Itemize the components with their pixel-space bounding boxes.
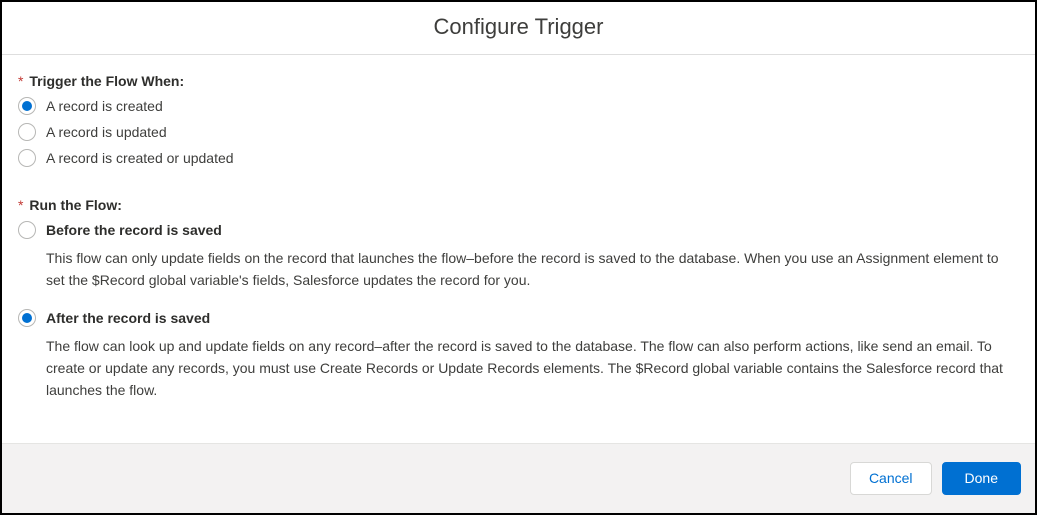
- trigger-option-created-or-updated[interactable]: A record is created or updated: [18, 145, 1019, 171]
- run-option-label: After the record is saved: [46, 308, 210, 328]
- radio-icon[interactable]: [18, 309, 36, 327]
- required-mark-icon: *: [18, 73, 23, 89]
- cancel-button[interactable]: Cancel: [850, 462, 932, 495]
- trigger-when-label: Trigger the Flow When:: [29, 73, 184, 89]
- dialog-title: Configure Trigger: [434, 14, 604, 39]
- run-option-after-save-description: The flow can look up and update fields o…: [46, 335, 1011, 401]
- run-option-before-save[interactable]: Before the record is saved: [18, 217, 1019, 243]
- radio-icon[interactable]: [18, 97, 36, 115]
- configure-trigger-dialog: Configure Trigger * Trigger the Flow Whe…: [0, 0, 1037, 515]
- trigger-when-group: A record is created A record is updated …: [18, 93, 1019, 171]
- trigger-when-legend: * Trigger the Flow When:: [18, 73, 1019, 89]
- run-option-before-save-description: This flow can only update fields on the …: [46, 247, 1011, 291]
- trigger-option-updated[interactable]: A record is updated: [18, 119, 1019, 145]
- dialog-footer: Cancel Done: [2, 443, 1035, 513]
- run-option-after-save[interactable]: After the record is saved: [18, 305, 1019, 331]
- required-mark-icon: *: [18, 197, 23, 213]
- trigger-option-label: A record is updated: [46, 122, 167, 142]
- run-flow-group: Before the record is saved This flow can…: [18, 217, 1019, 401]
- trigger-option-label: A record is created or updated: [46, 148, 234, 168]
- dialog-body: * Trigger the Flow When: A record is cre…: [2, 55, 1035, 443]
- run-flow-legend: * Run the Flow:: [18, 197, 1019, 213]
- dialog-header: Configure Trigger: [2, 2, 1035, 55]
- run-flow-label: Run the Flow:: [29, 197, 122, 213]
- done-button[interactable]: Done: [942, 462, 1021, 495]
- trigger-option-created[interactable]: A record is created: [18, 93, 1019, 119]
- trigger-option-label: A record is created: [46, 96, 163, 116]
- radio-icon[interactable]: [18, 123, 36, 141]
- run-option-label: Before the record is saved: [46, 220, 222, 240]
- radio-icon[interactable]: [18, 221, 36, 239]
- radio-icon[interactable]: [18, 149, 36, 167]
